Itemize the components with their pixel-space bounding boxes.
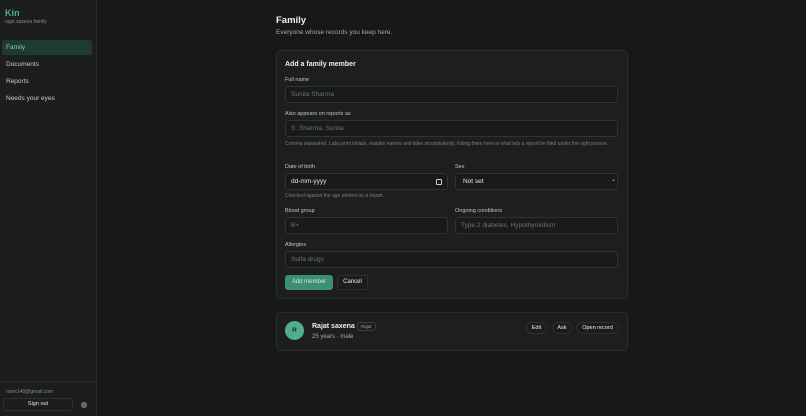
- aliases-input[interactable]: [285, 120, 618, 137]
- dob-hint: Checked against the age printed on a rep…: [285, 193, 384, 199]
- add-member-button[interactable]: Add member: [285, 275, 333, 290]
- sidebar-item-reports[interactable]: Reports: [2, 74, 92, 89]
- blood-group-label: Blood group: [285, 208, 315, 214]
- dob-label: Date of birth: [285, 164, 315, 170]
- app-logo: Kin: [5, 8, 20, 18]
- sex-select[interactable]: Not set: [455, 173, 618, 190]
- sidebar-item-documents[interactable]: Documents: [2, 57, 92, 72]
- open-record-button[interactable]: Open record: [576, 322, 619, 334]
- aliases-hint: Comma separated. Labs print initials, ma…: [285, 141, 608, 147]
- sidebar-divider: [0, 381, 97, 382]
- family-name: rajat saxena family: [5, 19, 47, 25]
- sign-out-button[interactable]: Sign out: [3, 398, 73, 411]
- sex-label: Sex: [455, 164, 465, 170]
- allergies-label: Allergies: [285, 242, 307, 248]
- member-meta: 25 years · male: [312, 334, 354, 340]
- full-name-input[interactable]: [285, 86, 618, 103]
- member-alias-badge: Rajat: [357, 322, 376, 331]
- aliases-label: Also appears on reports as: [285, 111, 351, 117]
- edit-button[interactable]: Edit: [526, 322, 547, 334]
- blood-group-input[interactable]: [285, 217, 448, 234]
- dob-input[interactable]: dd-mm-yyyy: [285, 173, 448, 190]
- sidebar-item-needs-your-eyes[interactable]: Needs your eyes: [2, 91, 92, 106]
- full-name-label: Full name: [285, 77, 310, 83]
- member-name: Rajat saxena: [312, 323, 355, 330]
- allergies-input[interactable]: [285, 251, 618, 268]
- ask-button[interactable]: Ask: [552, 322, 572, 334]
- sidebar-item-family[interactable]: Family: [2, 40, 92, 55]
- page-subtitle: Everyone whose records you keep here.: [276, 29, 393, 36]
- avatar: R: [285, 321, 304, 340]
- member-card: [276, 312, 628, 351]
- conditions-input[interactable]: [455, 217, 618, 234]
- sex-value: Not set: [463, 178, 484, 185]
- calendar-icon[interactable]: [436, 179, 442, 185]
- cancel-button[interactable]: Cancel: [337, 275, 368, 290]
- dob-value: dd-mm-yyyy: [291, 178, 327, 185]
- chevron-down-icon: ⌄: [611, 177, 617, 183]
- form-title: Add a family member: [285, 61, 356, 68]
- user-email: rsmx148@gmail.com: [6, 389, 54, 395]
- page-title: Family: [276, 15, 307, 26]
- conditions-label: Ongoing conditions: [455, 208, 503, 214]
- sidebar: Kin rajat saxena family Family Documents…: [0, 0, 97, 416]
- theme-toggle-icon[interactable]: [81, 402, 87, 408]
